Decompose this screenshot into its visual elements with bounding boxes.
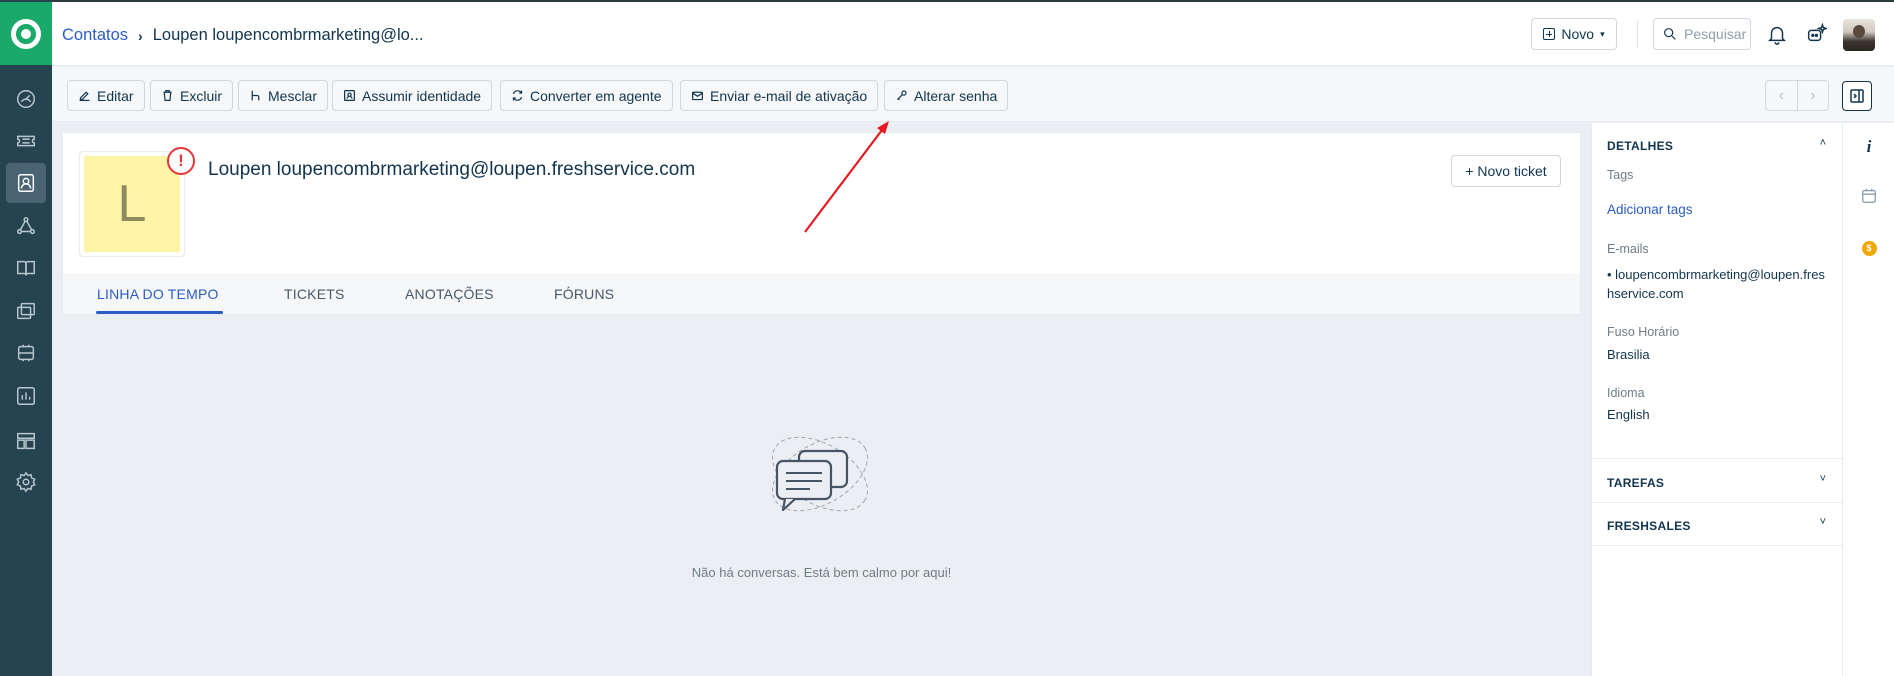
tab-tickets[interactable]: TICKETS: [284, 286, 345, 302]
notifications-bell-icon[interactable]: [1765, 22, 1789, 46]
header-divider: [1637, 20, 1638, 48]
enviar-email-ativacao-button[interactable]: Enviar e-mail de ativação: [680, 80, 879, 111]
warning-alert-icon[interactable]: !: [167, 147, 195, 175]
freshsales-coin-icon[interactable]: $: [1859, 238, 1879, 258]
top-header: Contatos › Loupen loupencombrmarketing@l…: [52, 2, 1894, 66]
fuso-horario-label: Fuso Horário: [1607, 325, 1680, 339]
refresh-icon: [512, 90, 523, 101]
ai-sparkle-icon[interactable]: [1804, 22, 1828, 46]
novo-dropdown-button[interactable]: Novo ▾: [1531, 18, 1617, 50]
breadcrumb: Contatos › Loupen loupencombrmarketing@l…: [62, 26, 424, 45]
panel-divider: [1592, 458, 1843, 459]
editar-label: Editar: [97, 87, 134, 104]
assumir-identidade-button[interactable]: Assumir identidade: [332, 80, 493, 111]
emails-label: E-mails: [1607, 242, 1649, 256]
key-icon: [897, 90, 907, 101]
novo-label: Novo: [1561, 26, 1595, 42]
panel-collapse-icon: [1850, 89, 1864, 103]
detalhes-section-title[interactable]: DETALHES: [1607, 139, 1673, 153]
left-navigation: [0, 0, 52, 676]
empty-conversations-illustration: [772, 436, 868, 512]
nav-solutions-book-icon[interactable]: [6, 248, 46, 288]
empty-state-message: Não há conversas. Está bem calmo por aqu…: [691, 565, 952, 580]
excluir-button[interactable]: Excluir: [150, 80, 234, 111]
search-box[interactable]: [1653, 18, 1751, 50]
freshservice-logo[interactable]: [0, 2, 52, 65]
info-icon[interactable]: i: [1859, 137, 1879, 157]
calendar-icon[interactable]: [1859, 186, 1879, 206]
mesclar-button[interactable]: Mesclar: [238, 80, 329, 111]
user-card-icon: [344, 90, 355, 101]
previous-record-button[interactable]: ‹: [1766, 81, 1798, 110]
converter-em-agente-button[interactable]: Converter em agente: [500, 80, 673, 111]
nav-workspace-icon[interactable]: [6, 421, 46, 461]
nav-tickets-icon[interactable]: [6, 121, 46, 161]
enviar-email-ativacao-label: Enviar e-mail de ativação: [710, 87, 868, 104]
email-value: loupencombrmarketing@loupen.freshservice…: [1607, 267, 1825, 301]
email-list-item: • loupencombrmarketing@loupen.freshservi…: [1607, 265, 1832, 303]
contact-initial: L: [84, 156, 180, 252]
panel-divider: [1592, 502, 1843, 503]
nav-reports-icon[interactable]: [6, 376, 46, 416]
alterar-senha-button[interactable]: Alterar senha: [884, 80, 1009, 111]
tarefas-section-title[interactable]: TAREFAS: [1607, 476, 1664, 490]
tab-anotacoes[interactable]: ANOTAÇÕES: [405, 286, 494, 302]
nav-settings-gear-icon[interactable]: [6, 462, 46, 502]
search-icon: [1664, 28, 1676, 40]
alterar-senha-label: Alterar senha: [914, 87, 998, 104]
nav-problems-icon[interactable]: [6, 206, 46, 246]
panel-divider: [1592, 545, 1843, 546]
logo-ring-icon: [11, 18, 41, 49]
record-pager: ‹ ›: [1765, 80, 1829, 111]
nav-contacts-icon[interactable]: [6, 163, 46, 203]
nav-dashboard-icon[interactable]: [6, 79, 46, 119]
idioma-value: English: [1607, 407, 1650, 422]
chevron-down-icon[interactable]: ˅: [1820, 473, 1826, 485]
adicionar-tags-link[interactable]: Adicionar tags: [1607, 202, 1693, 217]
contact-tabs: LINHA DO TEMPO TICKETS ANOTAÇÕES FÓRUNS: [62, 274, 1581, 315]
nav-changes-icon[interactable]: [6, 333, 46, 373]
breadcrumb-contatos-link[interactable]: Contatos: [62, 26, 128, 45]
mail-icon: [692, 91, 703, 101]
right-icon-strip: i $: [1842, 123, 1894, 676]
freshsales-section-title[interactable]: FRESHSALES: [1607, 519, 1691, 533]
edit-icon: [79, 91, 90, 101]
editar-button[interactable]: Editar: [67, 80, 145, 111]
mesclar-label: Mesclar: [268, 87, 318, 104]
merge-icon: [251, 90, 260, 101]
tab-foruns[interactable]: FÓRUNS: [554, 286, 614, 302]
breadcrumb-current: Loupen loupencombrmarketing@lo...: [152, 26, 424, 44]
chevron-right-icon: ›: [138, 27, 143, 44]
fuso-horario-value: Brasilia: [1607, 347, 1650, 362]
contact-action-toolbar: Editar Excluir Mesclar Assumir identidad…: [52, 67, 1894, 122]
chevron-up-icon[interactable]: ˄: [1820, 137, 1826, 149]
contact-header-card: L ! Loupen loupencombrmarketing@loupen.f…: [62, 132, 1581, 274]
bullet-icon: •: [1607, 267, 1616, 282]
chevron-down-icon[interactable]: ˅: [1820, 516, 1826, 528]
tab-linha-do-tempo[interactable]: LINHA DO TEMPO: [97, 286, 219, 302]
excluir-label: Excluir: [180, 87, 223, 104]
novo-ticket-button[interactable]: + Novo ticket: [1451, 155, 1561, 187]
nav-assets-icon[interactable]: [6, 291, 46, 331]
active-tab-indicator: [96, 311, 223, 314]
toggle-side-panel-button[interactable]: [1842, 81, 1872, 111]
search-input[interactable]: [1684, 26, 1746, 42]
trash-icon: [163, 90, 172, 101]
chevron-down-icon: ▾: [1600, 28, 1605, 39]
converter-em-agente-label: Converter em agente: [530, 87, 662, 104]
user-avatar[interactable]: [1843, 19, 1875, 51]
coin-glyph: $: [1861, 240, 1877, 256]
idioma-label: Idioma: [1607, 386, 1645, 400]
tags-label: Tags: [1607, 168, 1634, 182]
contact-name: Loupen loupencombrmarketing@loupen.fresh…: [208, 159, 696, 180]
details-side-panel: DETALHES ˄ Tags Adicionar tags E-mails •…: [1591, 123, 1843, 676]
next-record-button[interactable]: ›: [1798, 81, 1829, 110]
plus-square-icon: [1543, 28, 1556, 40]
assumir-identidade-label: Assumir identidade: [362, 87, 482, 104]
